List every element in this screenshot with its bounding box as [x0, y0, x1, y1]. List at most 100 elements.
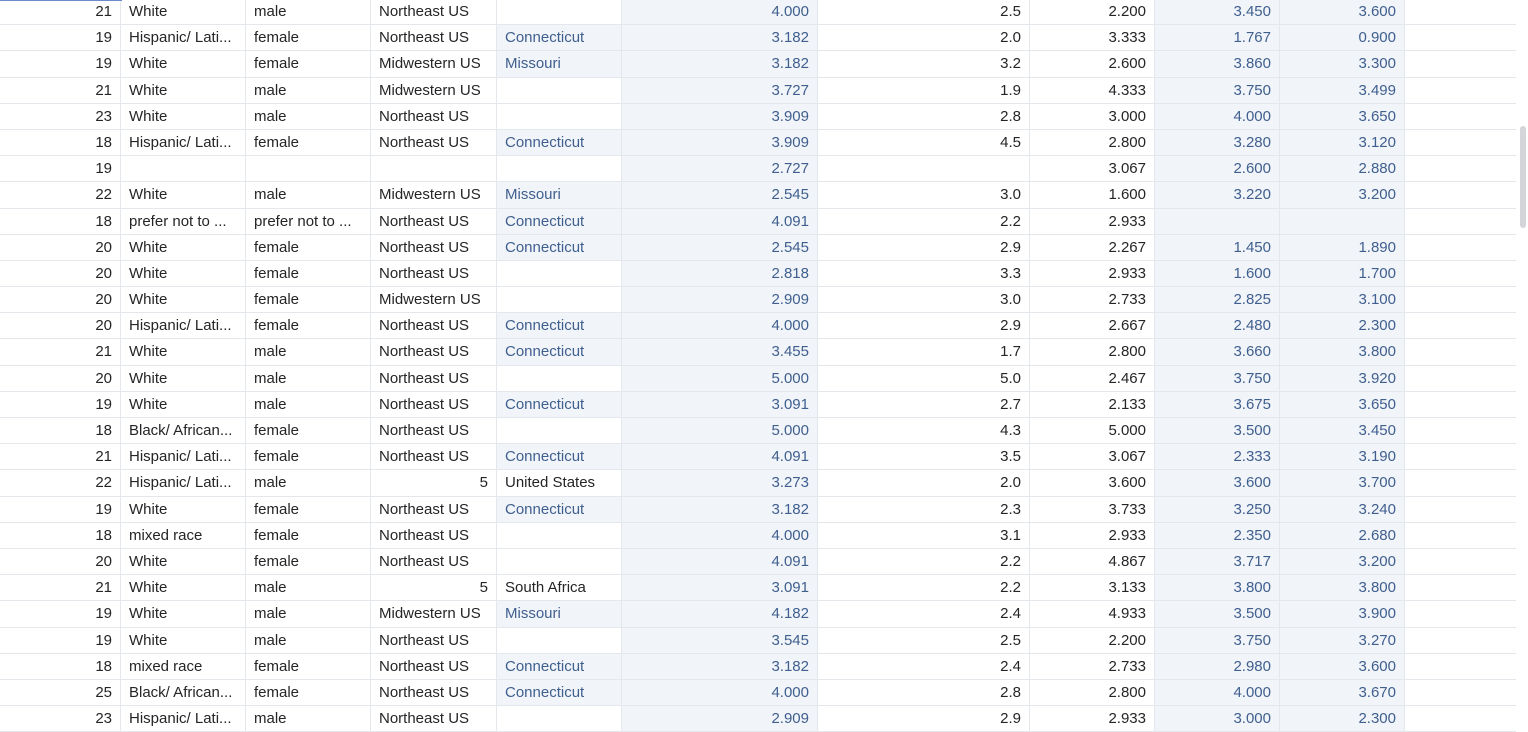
cell-score_d[interactable]: 3.750: [1155, 365, 1280, 391]
cell-state[interactable]: [497, 522, 622, 548]
cell-score_b[interactable]: 3.2: [818, 51, 1030, 77]
cell-score_c[interactable]: 3.067: [1030, 444, 1155, 470]
cell-score_d[interactable]: 4.000: [1155, 679, 1280, 706]
cell-race[interactable]: White: [121, 287, 246, 313]
cell-region[interactable]: Northeast US: [371, 208, 497, 234]
cell-score_a[interactable]: 3.182: [622, 653, 818, 679]
cell-score_c[interactable]: 2.600: [1030, 51, 1155, 77]
cell-score_b[interactable]: 2.4: [818, 653, 1030, 679]
cell-race[interactable]: Hispanic/ Lati...: [121, 129, 246, 156]
cell-score_b[interactable]: 2.9: [818, 706, 1030, 732]
table-row[interactable]: 18 mixed race female Northeast US 4.000 3.1 2.…: [0, 522, 1516, 549]
cell-race[interactable]: Black/ African...: [121, 418, 246, 444]
table-row[interactable]: 22 White male Midwestern US Missouri 2.545 3.0…: [0, 182, 1516, 209]
cell-score_c[interactable]: 2.133: [1030, 391, 1155, 417]
table-row[interactable]: 19 2.727 3.067 2.600 2.880: [0, 156, 1516, 183]
cell-score_c[interactable]: 2.733: [1030, 653, 1155, 679]
cell-score_b[interactable]: [818, 156, 1030, 182]
cell-gender[interactable]: male: [246, 77, 371, 103]
cell-score_d[interactable]: 3.860: [1155, 51, 1280, 77]
cell-region[interactable]: Northeast US: [371, 234, 497, 260]
cell-age[interactable]: 18: [0, 522, 121, 548]
cell-region[interactable]: Northeast US: [371, 496, 497, 522]
cell-score_a[interactable]: 3.455: [622, 339, 818, 365]
cell-score_a[interactable]: 4.182: [622, 601, 818, 627]
cell-age[interactable]: 21: [0, 0, 121, 25]
table-row[interactable]: 18 prefer not to ... prefer not to ... Nort…: [0, 208, 1516, 235]
cell-gender[interactable]: female: [246, 287, 371, 313]
cell-age[interactable]: 19: [0, 627, 121, 653]
cell-score_e[interactable]: 3.240: [1280, 496, 1405, 522]
cell-race[interactable]: Hispanic/ Lati...: [121, 444, 246, 470]
cell-score_a[interactable]: 3.273: [622, 470, 818, 496]
cell-state[interactable]: Connecticut: [497, 339, 622, 365]
cell-score_e[interactable]: [1280, 208, 1405, 234]
cell-score_b[interactable]: 2.2: [818, 208, 1030, 234]
cell-gender[interactable]: female: [246, 51, 371, 77]
cell-state[interactable]: [497, 287, 622, 313]
cell-score_c[interactable]: 3.333: [1030, 25, 1155, 51]
cell-score_b[interactable]: 2.5: [818, 627, 1030, 653]
cell-race[interactable]: Black/ African...: [121, 679, 246, 706]
cell-state[interactable]: South Africa: [497, 575, 622, 601]
cell-age[interactable]: 23: [0, 706, 121, 732]
cell-age[interactable]: 25: [0, 679, 121, 706]
cell-score_e[interactable]: 3.120: [1280, 129, 1405, 156]
cell-state[interactable]: [497, 548, 622, 575]
cell-state[interactable]: Connecticut: [497, 234, 622, 260]
cell-score_e[interactable]: 3.670: [1280, 679, 1405, 706]
vertical-scrollbar[interactable]: [1516, 0, 1528, 727]
cell-score_e[interactable]: 2.880: [1280, 156, 1405, 182]
cell-score_e[interactable]: 3.190: [1280, 444, 1405, 470]
cell-region[interactable]: Northeast US: [371, 653, 497, 679]
cell-gender[interactable]: female: [246, 653, 371, 679]
table-row[interactable]: 19 White male Northeast US 3.545 2.5 2.200 3.75…: [0, 627, 1516, 654]
cell-score_d[interactable]: 3.800: [1155, 575, 1280, 601]
cell-score_a[interactable]: 3.091: [622, 575, 818, 601]
cell-score_a[interactable]: 3.909: [622, 103, 818, 129]
cell-score_c[interactable]: 4.933: [1030, 601, 1155, 627]
cell-race[interactable]: White: [121, 365, 246, 391]
cell-region[interactable]: 5: [371, 470, 497, 496]
cell-score_c[interactable]: 2.200: [1030, 0, 1155, 25]
cell-age[interactable]: 19: [0, 496, 121, 522]
cell-score_d[interactable]: 3.000: [1155, 706, 1280, 732]
cell-age[interactable]: 19: [0, 156, 121, 182]
cell-region[interactable]: Northeast US: [371, 25, 497, 51]
cell-score_a[interactable]: 4.000: [622, 679, 818, 706]
cell-region[interactable]: Northeast US: [371, 260, 497, 287]
cell-race[interactable]: White: [121, 575, 246, 601]
cell-gender[interactable]: male: [246, 391, 371, 417]
cell-region[interactable]: Northeast US: [371, 0, 497, 25]
cell-score_b[interactable]: 2.0: [818, 25, 1030, 51]
cell-age[interactable]: 22: [0, 182, 121, 208]
table-row[interactable]: 20 Hispanic/ Lati... female Northeast US Con…: [0, 313, 1516, 340]
cell-score_a[interactable]: 4.000: [622, 313, 818, 339]
cell-score_c[interactable]: 3.133: [1030, 575, 1155, 601]
cell-age[interactable]: 21: [0, 77, 121, 103]
cell-score_e[interactable]: 3.100: [1280, 287, 1405, 313]
cell-state[interactable]: Missouri: [497, 51, 622, 77]
cell-race[interactable]: Hispanic/ Lati...: [121, 470, 246, 496]
cell-score_b[interactable]: 2.5: [818, 0, 1030, 25]
cell-score_c[interactable]: 2.800: [1030, 339, 1155, 365]
cell-score_b[interactable]: 3.5: [818, 444, 1030, 470]
cell-score_e[interactable]: 2.300: [1280, 313, 1405, 339]
cell-gender[interactable]: male: [246, 103, 371, 129]
cell-score_e[interactable]: 2.300: [1280, 706, 1405, 732]
cell-score_a[interactable]: 4.091: [622, 208, 818, 234]
cell-score_d[interactable]: 3.500: [1155, 418, 1280, 444]
table-row[interactable]: 21 White male 5 South Africa 3.091 2.2 3.133 3.8…: [0, 575, 1516, 602]
cell-score_b[interactable]: 4.5: [818, 129, 1030, 156]
cell-age[interactable]: 18: [0, 653, 121, 679]
cell-score_c[interactable]: 2.933: [1030, 706, 1155, 732]
cell-score_e[interactable]: 3.800: [1280, 575, 1405, 601]
cell-score_b[interactable]: 2.0: [818, 470, 1030, 496]
cell-age[interactable]: 19: [0, 391, 121, 417]
cell-score_d[interactable]: 3.717: [1155, 548, 1280, 575]
cell-state[interactable]: [497, 156, 622, 182]
cell-race[interactable]: mixed race: [121, 653, 246, 679]
cell-race[interactable]: White: [121, 391, 246, 417]
cell-score_d[interactable]: 2.980: [1155, 653, 1280, 679]
cell-score_d[interactable]: 2.333: [1155, 444, 1280, 470]
